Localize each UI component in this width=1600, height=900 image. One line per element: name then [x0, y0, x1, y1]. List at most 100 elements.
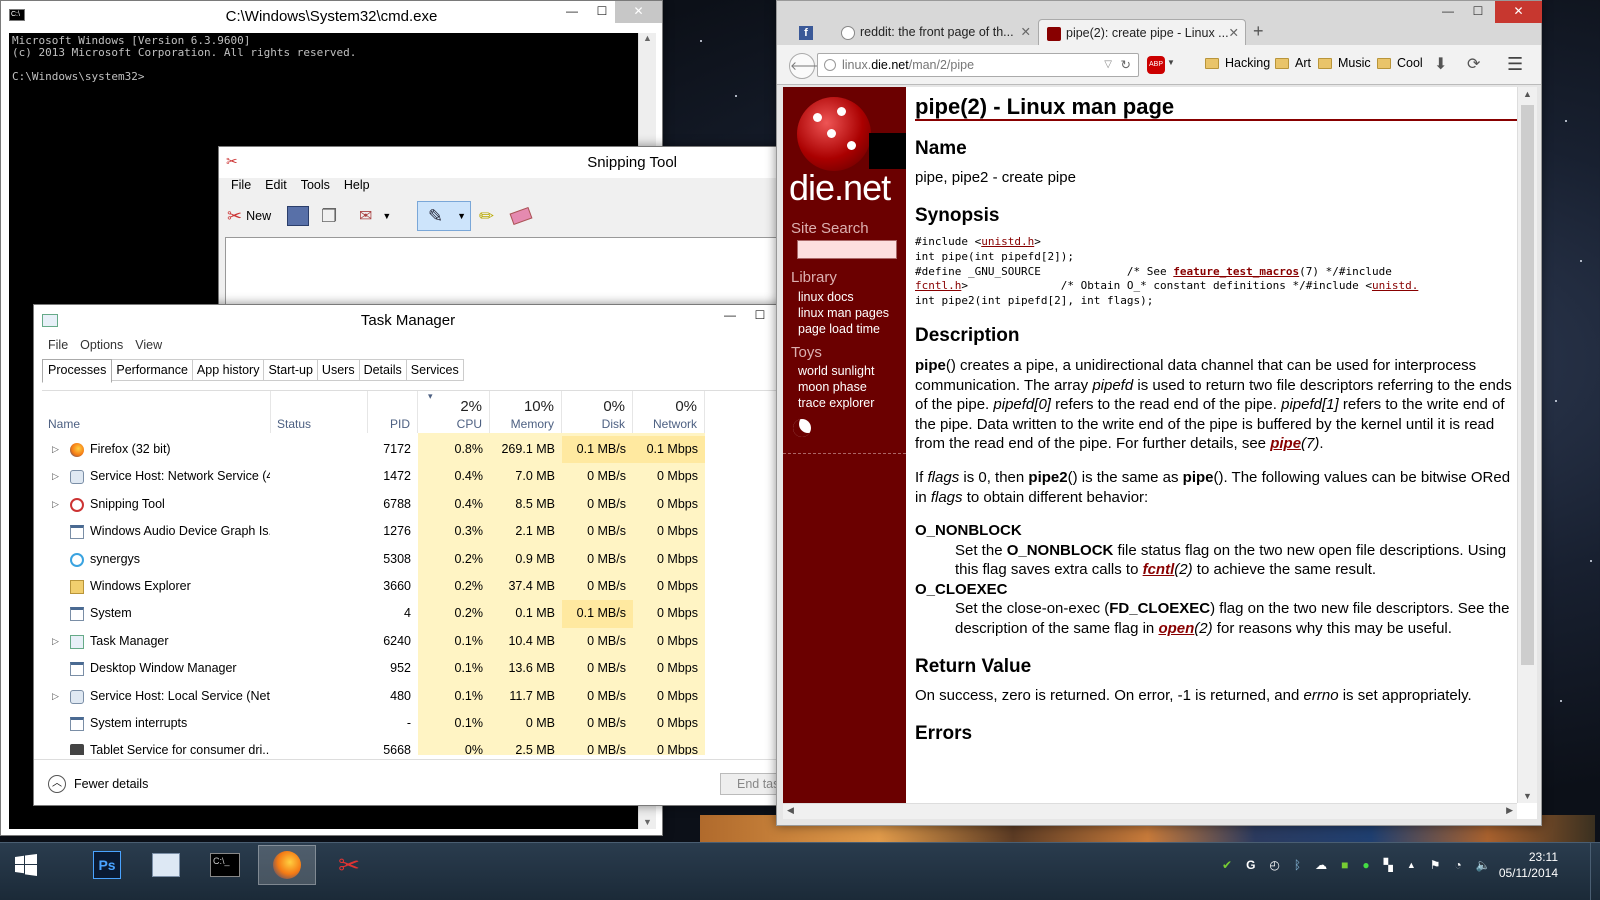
highlighter-button[interactable]: ✏ [479, 201, 494, 231]
taskbar-firefox[interactable] [258, 845, 316, 885]
tab-startup[interactable]: Start-up [264, 359, 318, 381]
table-row[interactable]: ▷ Service Host: Local Service (Net... 480 0… [42, 683, 782, 710]
sync-icon[interactable]: ⟳ [1467, 54, 1480, 74]
site-search-input[interactable] [797, 240, 897, 259]
table-row[interactable]: Tablet Service for consumer dri... 5668 0%… [42, 737, 782, 755]
table-row[interactable]: Windows Audio Device Graph Is... 1276 0.3%… [42, 518, 782, 545]
copy-button[interactable]: ❐ [321, 201, 337, 231]
eraser-button[interactable] [509, 201, 533, 231]
menu-tools[interactable]: Tools [301, 178, 330, 192]
new-tab-button[interactable]: + [1253, 21, 1264, 42]
dropdown-arrow-icon[interactable]: ▽ [1104, 54, 1112, 76]
menu-help[interactable]: Help [344, 178, 370, 192]
nvidia-icon[interactable]: ■ [1341, 858, 1348, 872]
page-horizontal-scrollbar[interactable]: ◀ ▶ [783, 803, 1517, 819]
tab-performance[interactable]: Performance [112, 359, 193, 381]
tab-processes[interactable]: Processes [42, 359, 113, 383]
site-brand[interactable]: die.net [789, 167, 891, 209]
link-trace-explorer[interactable]: trace explorer [798, 395, 874, 411]
column-header-status[interactable]: Status [271, 391, 368, 433]
show-desktop-button[interactable] [1590, 843, 1600, 900]
adblock-icon[interactable]: ABP [1147, 56, 1165, 74]
link-moon-phase[interactable]: moon phase [798, 379, 874, 395]
url-bar[interactable]: linux.die.net/man/2/pipe ▽ ↻ [817, 53, 1139, 77]
flag-icon[interactable]: ⚑ [1430, 858, 1441, 872]
menu-file[interactable]: File [48, 338, 68, 352]
scroll-down-arrow[interactable]: ▼ [1518, 791, 1537, 801]
taskbar-photoshop[interactable]: Ps [78, 845, 136, 885]
send-snip-button[interactable]: ✉ ▼ [359, 201, 391, 231]
cloud-icon[interactable]: ☁ [1315, 858, 1327, 872]
table-row[interactable]: System interrupts - 0.1% 0 MB 0 MB/s 0 Mbps [42, 710, 782, 737]
maximize-button[interactable]: ☐ [586, 1, 618, 23]
column-header-cpu[interactable]: ▾ 2% CPU [418, 391, 490, 433]
link-unistd-h-2[interactable]: unistd. [1372, 279, 1418, 292]
hamburger-menu-icon[interactable]: ☰ [1507, 54, 1523, 75]
scroll-thumb[interactable] [1521, 105, 1534, 665]
clock[interactable]: 23:11 05/11/2014 [1478, 849, 1558, 881]
close-tab-icon[interactable]: ✕ [1021, 19, 1031, 45]
maximize-button[interactable]: ☐ [744, 305, 776, 327]
minimize-button[interactable]: — [714, 305, 746, 327]
table-row[interactable]: ▷ Service Host: Network Service (4) 1472 0.… [42, 463, 782, 490]
table-row[interactable]: synergys 5308 0.2% 0.9 MB 0 MB/s 0 Mbps [42, 546, 782, 573]
snipping-tool-window[interactable]: ✂ Snipping Tool File Edit Tools Help ✂ New … [218, 146, 798, 317]
link-fcntl-h[interactable]: fcntl.h [915, 279, 961, 292]
maximize-button[interactable]: ☐ [1462, 1, 1494, 23]
bookmark-art[interactable]: Art [1275, 56, 1311, 70]
scroll-down-arrow[interactable]: ▼ [639, 817, 656, 827]
wifi-icon[interactable]: ◔ [1455, 858, 1462, 872]
bookmark-hacking[interactable]: Hacking [1205, 56, 1270, 70]
synergy-tray-icon[interactable]: ● [1362, 858, 1369, 872]
link-feature-test-macros[interactable]: feature_test_macros [1173, 265, 1299, 278]
cmd-titlebar[interactable]: C:\ C:\Windows\System32\cmd.exe — ☐ ✕ [1, 1, 662, 32]
pen-button[interactable]: ✎ ▼ [417, 201, 471, 231]
green-check-icon[interactable]: ✔ [1222, 858, 1232, 872]
minimize-button[interactable]: — [556, 1, 588, 23]
menu-file[interactable]: File [231, 178, 251, 192]
firefox-window[interactable]: — ☐ ✕ f reddit: the front page of th... … [776, 0, 1542, 826]
bookmark-music[interactable]: Music [1318, 56, 1371, 70]
close-button[interactable]: ✕ [1495, 1, 1542, 23]
link-linux-docs[interactable]: linux docs [798, 289, 889, 305]
tab-users[interactable]: Users [317, 359, 360, 381]
column-header-memory[interactable]: 10% Memory [490, 391, 562, 433]
table-row[interactable]: ▷ Task Manager 6240 0.1% 10.4 MB 0 MB/s 0 Mbps [42, 628, 782, 655]
link-unistd-h[interactable]: unistd.h [981, 235, 1034, 248]
link-page-load-time[interactable]: page load time [798, 321, 889, 337]
column-header-network[interactable]: 0% Network [633, 391, 705, 433]
task-manager-window[interactable]: Task Manager — ☐ File Options View Process… [33, 304, 790, 806]
taskmgr-titlebar[interactable]: Task Manager — ☐ [34, 305, 782, 336]
new-snip-button[interactable]: ✂ New [227, 201, 271, 231]
tab-pipe-man-page[interactable]: pipe(2): create pipe - Linux ... ✕ [1038, 19, 1246, 45]
chevron-down-icon[interactable]: ▼ [1167, 58, 1175, 67]
bookmark-cool[interactable]: Cool [1377, 56, 1423, 70]
scroll-left-arrow[interactable]: ◀ [787, 805, 794, 816]
link-world-sunlight[interactable]: world sunlight [798, 363, 874, 379]
clock-tray-icon[interactable]: ◴ [1269, 858, 1279, 872]
start-button[interactable] [0, 845, 52, 885]
column-header-disk[interactable]: 0% Disk [562, 391, 633, 433]
table-row[interactable]: ▷ Snipping Tool 6788 0.4% 8.5 MB 0 MB/s 0 Mbps [42, 491, 782, 518]
fewer-details-button[interactable]: ︿ Fewer details [48, 775, 148, 793]
taskbar-explorer[interactable] [137, 845, 195, 885]
menu-edit[interactable]: Edit [265, 178, 287, 192]
expand-chevron-icon[interactable]: ▷ [52, 463, 59, 490]
scroll-up-arrow[interactable]: ▲ [1518, 89, 1537, 99]
menu-options[interactable]: Options [80, 338, 123, 352]
up-arrow-icon[interactable]: ▲ [1407, 860, 1416, 870]
bluetooth-icon[interactable]: ᛒ [1294, 858, 1301, 872]
tab-reddit[interactable]: reddit: the front page of th... ✕ [835, 19, 1035, 45]
link-open-2[interactable]: open [1158, 620, 1194, 637]
g-icon[interactable]: G [1246, 858, 1255, 872]
close-button[interactable]: ✕ [615, 1, 662, 23]
menu-view[interactable]: View [135, 338, 162, 352]
snipping-titlebar[interactable]: ✂ Snipping Tool [219, 147, 797, 178]
column-header-pid[interactable]: PID [368, 391, 418, 433]
table-row[interactable]: Desktop Window Manager 952 0.1% 13.6 MB 0 MB… [42, 655, 782, 682]
expand-chevron-icon[interactable]: ▷ [52, 628, 59, 655]
page-vertical-scrollbar[interactable]: ▲ ▼ [1517, 87, 1537, 803]
download-icon[interactable]: ⬇ [1434, 54, 1447, 74]
scroll-up-arrow[interactable]: ▲ [639, 33, 656, 43]
minimize-button[interactable]: — [1432, 1, 1464, 23]
